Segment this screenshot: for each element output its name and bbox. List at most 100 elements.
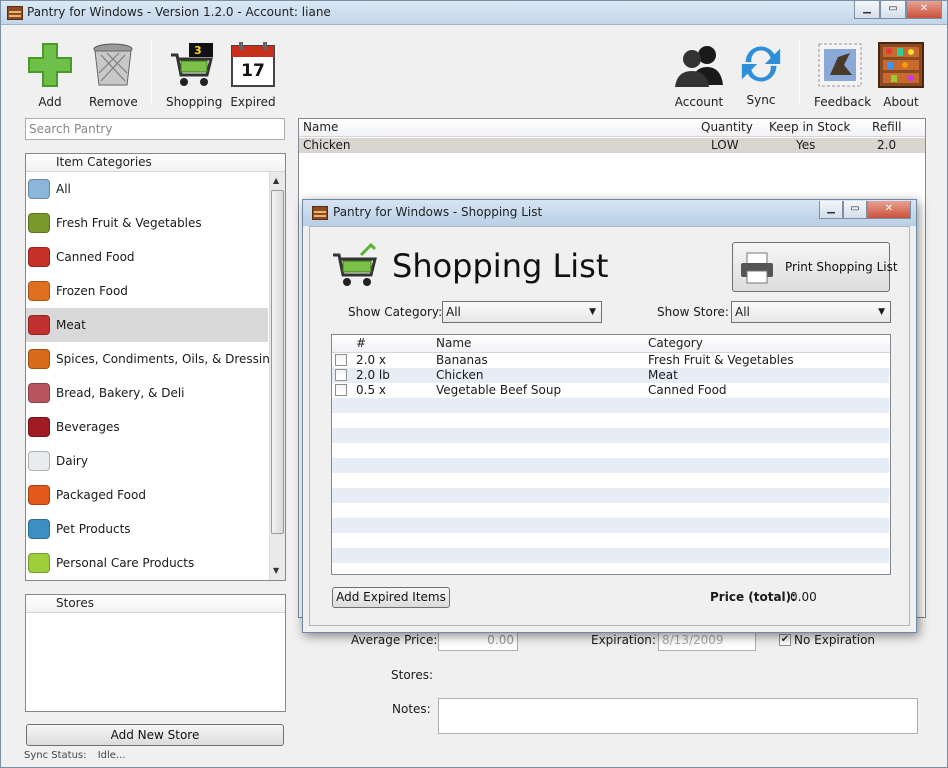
account-button[interactable]: Account xyxy=(674,41,724,109)
table-row[interactable]: 0.5 x Vegetable Beef Soup Canned Food xyxy=(332,383,889,398)
table-row[interactable]: 2.0 lb Chicken Meat xyxy=(332,368,889,383)
show-store-dropdown[interactable]: All ▼ xyxy=(731,301,891,323)
category-label: Spices, Condiments, Oils, & Dressings xyxy=(56,352,269,366)
column-header-keep-in-stock[interactable]: Keep in Stock xyxy=(769,119,850,136)
dialog-title-bar: Pantry for Windows - Shopping List ▁ ▭ ✕ xyxy=(303,200,916,226)
category-item[interactable]: Canned Food xyxy=(26,240,268,274)
category-label: Frozen Food xyxy=(56,284,128,298)
expired-button[interactable]: 17 Expired xyxy=(229,41,277,109)
table-row xyxy=(332,533,889,548)
column-header-number[interactable]: # xyxy=(356,335,366,352)
show-category-value: All xyxy=(446,305,461,319)
cell-quantity: 2.0 x xyxy=(356,353,386,367)
add-button[interactable]: Add xyxy=(25,41,75,109)
bread-icon xyxy=(28,383,50,403)
app-icon xyxy=(7,6,23,20)
pantry-shelf-icon xyxy=(878,42,924,88)
shopping-button[interactable]: 3 Shopping xyxy=(166,41,222,109)
printer-icon xyxy=(741,252,773,284)
steak-icon xyxy=(28,315,50,335)
column-header-refill[interactable]: Refill xyxy=(872,119,901,136)
expiration-label: Expiration: xyxy=(591,633,656,647)
items-table-header: Name Quantity Keep in Stock Refill xyxy=(299,119,925,137)
cell-quantity: 2.0 lb xyxy=(356,368,390,382)
remove-button[interactable]: Remove xyxy=(89,41,138,109)
dialog-body: Shopping List Print Shopping List Show C… xyxy=(309,226,910,626)
shopping-list-dialog: Pantry for Windows - Shopping List ▁ ▭ ✕… xyxy=(302,199,917,633)
close-button[interactable]: ✕ xyxy=(906,1,942,19)
toolbar-separator xyxy=(799,39,800,105)
add-new-store-button[interactable]: Add New Store xyxy=(26,724,284,746)
remove-label: Remove xyxy=(89,95,138,109)
minimize-button[interactable]: ▁ xyxy=(854,1,880,19)
cell-category: Meat xyxy=(648,368,678,382)
about-button[interactable]: About xyxy=(877,41,925,109)
feedback-label: Feedback xyxy=(814,95,872,109)
notes-label: Notes: xyxy=(392,702,431,716)
chevron-down-icon: ▼ xyxy=(878,307,885,317)
category-item[interactable]: Meat xyxy=(26,308,268,342)
cell-category: Canned Food xyxy=(648,383,727,397)
column-header-name[interactable]: Name xyxy=(303,119,338,136)
plus-icon xyxy=(28,43,72,87)
maximize-button[interactable]: ▭ xyxy=(880,1,906,19)
category-label: Packaged Food xyxy=(56,488,146,502)
category-item[interactable]: Spices, Condiments, Oils, & Dressings xyxy=(26,342,269,376)
category-item[interactable]: Beverages xyxy=(26,410,268,444)
category-label: Meat xyxy=(56,318,86,332)
category-item[interactable]: All xyxy=(26,172,268,206)
lotion-icon xyxy=(28,553,50,573)
category-item[interactable]: Frozen Food xyxy=(26,274,268,308)
cell-name: Chicken xyxy=(436,368,484,382)
category-label: Bread, Bakery, & Deli xyxy=(56,386,185,400)
table-row xyxy=(332,473,889,488)
categories-scrollbar[interactable]: ▲ ▼ xyxy=(269,172,285,580)
scroll-up-icon[interactable]: ▲ xyxy=(273,176,279,185)
item-checkbox[interactable] xyxy=(335,354,347,366)
stamp-icon xyxy=(818,43,862,87)
category-item[interactable]: Personal Care Products xyxy=(26,546,268,580)
item-checkbox[interactable] xyxy=(335,369,347,381)
table-row xyxy=(332,503,889,518)
add-expired-items-button[interactable]: Add Expired Items xyxy=(332,587,450,608)
table-row xyxy=(332,443,889,458)
chevron-down-icon: ▼ xyxy=(589,307,596,317)
search-input[interactable]: Search Pantry xyxy=(25,118,285,140)
column-header-name[interactable]: Name xyxy=(436,335,471,352)
show-category-dropdown[interactable]: All ▼ xyxy=(442,301,602,323)
magnifier-icon xyxy=(28,179,50,199)
category-item[interactable]: Fresh Fruit & Vegetables xyxy=(26,206,268,240)
shopping-list-table: # Name Category 2.0 x Bananas Fresh Fruit … xyxy=(331,334,891,575)
column-header-quantity[interactable]: Quantity xyxy=(701,119,753,136)
category-item[interactable]: Dairy xyxy=(26,444,268,478)
account-label: Account xyxy=(674,95,724,109)
dialog-minimize-button[interactable]: ▁ xyxy=(819,201,843,219)
scroll-down-icon[interactable]: ▼ xyxy=(273,566,279,575)
category-item[interactable]: Packaged Food xyxy=(26,478,268,512)
shopping-list-rows: 2.0 x Bananas Fresh Fruit & Vegetables 2.0 … xyxy=(332,353,890,574)
no-expiration-checkbox[interactable]: ✔ xyxy=(779,634,791,646)
table-row[interactable]: 2.0 x Bananas Fresh Fruit & Vegetables xyxy=(332,353,889,368)
table-row[interactable]: Chicken LOW Yes 2.0 xyxy=(299,138,925,153)
dialog-close-button[interactable]: ✕ xyxy=(867,201,911,219)
sync-status-label: Sync Status: xyxy=(24,750,87,761)
category-label: Canned Food xyxy=(56,250,135,264)
item-checkbox[interactable] xyxy=(335,384,347,396)
print-shopping-list-button[interactable]: Print Shopping List xyxy=(732,242,898,292)
category-item[interactable]: Pet Products xyxy=(26,512,268,546)
cell-quantity: LOW xyxy=(711,138,739,152)
pet-bowl-icon xyxy=(28,519,50,539)
scroll-thumb[interactable] xyxy=(271,190,284,534)
title-bar: Pantry for Windows - Version 1.2.0 - Acc… xyxy=(1,1,947,25)
shopping-badge: 3 xyxy=(194,44,202,57)
cell-name: Chicken xyxy=(303,138,351,152)
column-header-category[interactable]: Category xyxy=(648,335,703,352)
category-item[interactable]: Bread, Bakery, & Deli xyxy=(26,376,268,410)
categories-list: All Fresh Fruit & Vegetables Canned Food Fr… xyxy=(26,172,269,580)
cell-keep-in-stock: Yes xyxy=(796,138,816,152)
dialog-maximize-button[interactable]: ▭ xyxy=(843,201,867,219)
notes-input[interactable] xyxy=(438,698,918,734)
shopping-cart-icon xyxy=(171,43,213,86)
feedback-button[interactable]: Feedback xyxy=(814,41,872,109)
sync-button[interactable]: Sync xyxy=(737,41,785,107)
